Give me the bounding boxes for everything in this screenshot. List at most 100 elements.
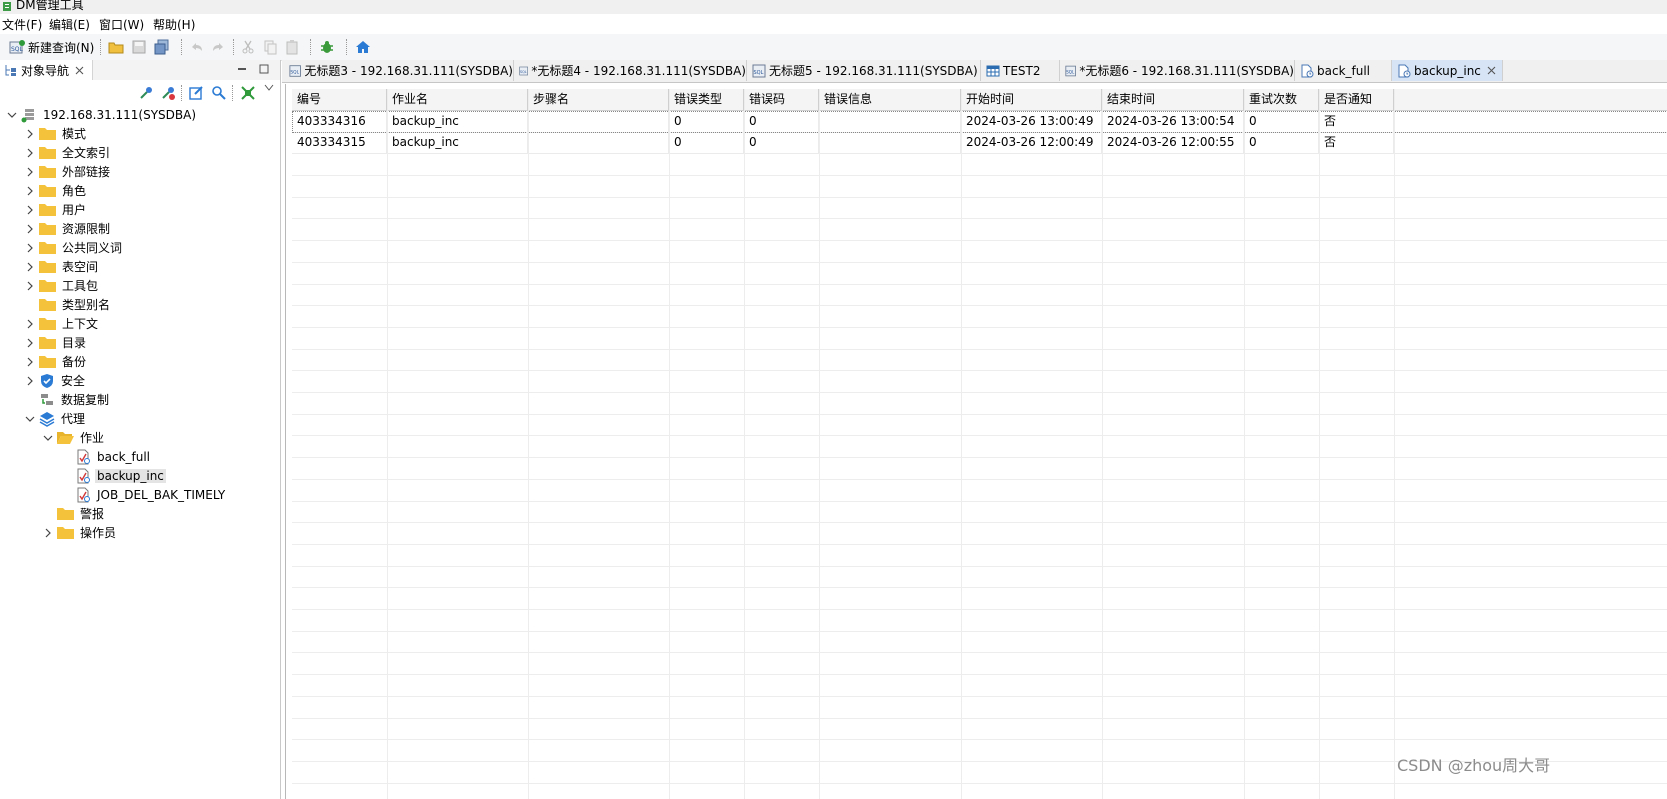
tree-node-jobs[interactable]: 作业 — [42, 428, 106, 447]
cell-error-code[interactable]: 0 — [744, 132, 819, 153]
close-icon[interactable] — [75, 66, 84, 75]
cell-error-message[interactable] — [819, 132, 961, 153]
search-icon[interactable] — [211, 85, 227, 101]
tree-node-alerts[interactable]: 警报 — [57, 504, 106, 523]
cell-start-time[interactable]: 2024-03-26 12:00:49 — [961, 132, 1102, 153]
column-header[interactable]: 作业名 — [387, 89, 528, 110]
column-header[interactable]: 错误码 — [744, 89, 819, 110]
tree-node-job-back-full[interactable]: back_full — [75, 447, 152, 466]
cell-step-name[interactable] — [528, 132, 669, 153]
tab-test2[interactable]: TEST2 — [981, 60, 1060, 81]
cut-button[interactable] — [240, 37, 256, 57]
tree-node-directory[interactable]: 目录 — [24, 333, 88, 352]
tree-node-security[interactable]: 安全 — [24, 371, 87, 390]
cell-end-time[interactable]: 2024-03-26 12:00:55 — [1102, 132, 1244, 153]
tree-node-external-link[interactable]: 外部链接 — [24, 162, 112, 181]
tab-backup-inc[interactable]: backup_inc — [1392, 60, 1503, 81]
cell-job-name[interactable]: backup_inc — [387, 132, 528, 153]
chevron-right-icon[interactable] — [24, 166, 36, 178]
cell-id[interactable]: 403334316 — [292, 111, 387, 132]
tree-node-user[interactable]: 用户 — [24, 200, 88, 219]
close-icon[interactable] — [1487, 66, 1496, 75]
tab-object-navigator[interactable]: 对象导航 — [0, 60, 93, 80]
chevron-right-icon[interactable] — [24, 204, 36, 216]
tree-node-public-synonym[interactable]: 公共同义词 — [24, 238, 124, 257]
chevron-right-icon[interactable] — [42, 527, 54, 539]
chevron-down-icon[interactable] — [42, 432, 54, 444]
tree-node-job-del-bak-timely[interactable]: JOB_DEL_BAK_TIMELY — [75, 485, 227, 504]
tree-node-toolkit[interactable]: 工具包 — [24, 276, 100, 295]
chevron-right-icon[interactable] — [24, 337, 36, 349]
tree-node-job-backup-inc[interactable]: backup_inc — [75, 466, 166, 485]
tree-node-resource-limit[interactable]: 资源限制 — [24, 219, 112, 238]
connect-icon[interactable] — [138, 85, 154, 101]
tree-node-schema[interactable]: 模式 — [24, 124, 88, 143]
tree-node-root[interactable]: 192.168.31.111(SYSDBA) — [6, 105, 198, 124]
menu-file[interactable]: 文件(F) — [2, 16, 42, 33]
column-header[interactable]: 开始时间 — [961, 89, 1102, 110]
disconnect-icon[interactable] — [160, 85, 176, 101]
chevron-right-icon[interactable] — [24, 223, 36, 235]
cell-retry-count[interactable]: 0 — [1244, 132, 1319, 153]
tab-untitled6[interactable]: SQL *无标题6 - 192.168.31.111(SYSDBA) — [1060, 60, 1295, 81]
cell-error-code[interactable]: 0 — [744, 111, 819, 132]
new-query-button[interactable]: SQL 新建查询(N) — [9, 37, 94, 57]
cell-error-message[interactable] — [819, 111, 961, 132]
column-header[interactable]: 错误信息 — [819, 89, 961, 110]
cell-id[interactable]: 403334315 — [292, 132, 387, 153]
expand-all-icon[interactable] — [240, 85, 256, 101]
cell-step-name[interactable] — [528, 111, 669, 132]
cell-error-type[interactable]: 0 — [669, 132, 744, 153]
save-all-button[interactable] — [153, 37, 170, 57]
tree-node-type-alias[interactable]: 类型别名 — [39, 295, 112, 314]
tab-untitled5[interactable]: SQL 无标题5 - 192.168.31.111(SYSDBA) — [747, 60, 981, 81]
open-button[interactable] — [108, 37, 124, 57]
tab-untitled4[interactable]: SQL *无标题4 - 192.168.31.111(SYSDBA) — [514, 60, 747, 81]
cell-retry-count[interactable]: 0 — [1244, 111, 1319, 132]
edit-icon[interactable] — [188, 85, 204, 101]
chevron-right-icon[interactable] — [24, 375, 36, 387]
tree-node-tablespace[interactable]: 表空间 — [24, 257, 100, 276]
tree-node-agent[interactable]: 代理 — [24, 409, 87, 428]
column-header[interactable]: 错误类型 — [669, 89, 744, 110]
cell-notify[interactable]: 否 — [1319, 111, 1394, 132]
chevron-down-icon[interactable] — [6, 109, 18, 121]
chevron-right-icon[interactable] — [24, 185, 36, 197]
menu-help[interactable]: 帮助(H) — [153, 16, 195, 33]
menu-window[interactable]: 窗口(W) — [99, 16, 144, 33]
maximize-icon[interactable] — [259, 64, 269, 74]
copy-button[interactable] — [262, 37, 278, 57]
chevron-down-icon[interactable] — [24, 413, 36, 425]
paste-button[interactable] — [284, 37, 300, 57]
chevron-right-icon[interactable] — [24, 128, 36, 140]
tree-node-operators[interactable]: 操作员 — [42, 523, 118, 542]
tab-untitled3[interactable]: SQL 无标题3 - 192.168.31.111(SYSDBA) — [284, 60, 514, 81]
minimize-icon[interactable] — [237, 64, 247, 74]
column-header[interactable]: 重试次数 — [1244, 89, 1319, 110]
tree-node-role[interactable]: 角色 — [24, 181, 88, 200]
view-menu-icon[interactable] — [264, 84, 274, 92]
chevron-right-icon[interactable] — [24, 280, 36, 292]
column-header[interactable]: 结束时间 — [1102, 89, 1244, 110]
chevron-right-icon[interactable] — [24, 147, 36, 159]
tree-node-context[interactable]: 上下文 — [24, 314, 100, 333]
chevron-right-icon[interactable] — [24, 318, 36, 330]
cell-end-time[interactable]: 2024-03-26 13:00:54 — [1102, 111, 1244, 132]
column-header[interactable]: 编号 — [292, 89, 387, 110]
column-header[interactable]: 是否通知 — [1319, 89, 1394, 110]
cell-job-name[interactable]: backup_inc — [387, 111, 528, 132]
chevron-right-icon[interactable] — [24, 261, 36, 273]
home-button[interactable] — [355, 37, 371, 57]
tree-node-backup[interactable]: 备份 — [24, 352, 88, 371]
cell-notify[interactable]: 否 — [1319, 132, 1394, 153]
save-button[interactable] — [131, 37, 147, 57]
tab-back-full[interactable]: back_full — [1295, 60, 1392, 81]
debug-button[interactable] — [319, 37, 335, 57]
chevron-right-icon[interactable] — [24, 242, 36, 254]
tree-node-fulltext-index[interactable]: 全文索引 — [24, 143, 112, 162]
undo-button[interactable] — [189, 37, 205, 57]
menu-edit[interactable]: 编辑(E) — [49, 16, 90, 33]
redo-button[interactable] — [210, 37, 226, 57]
table-row[interactable]: 403334316 backup_inc 0 0 2024-03-26 13:0… — [292, 111, 1667, 133]
cell-error-type[interactable]: 0 — [669, 111, 744, 132]
